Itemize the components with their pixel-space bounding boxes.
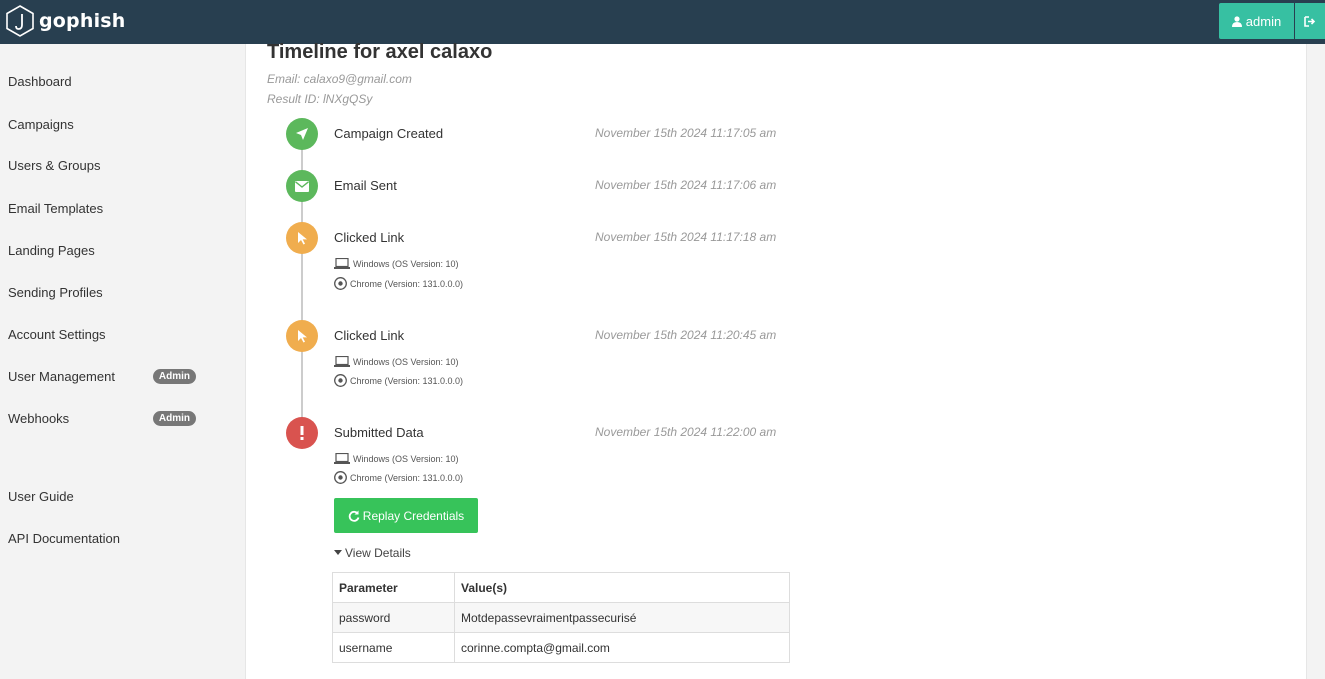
browser-detail: Chrome (Version: 131.0.0.0): [334, 277, 463, 290]
sidebar-item-api-documentation[interactable]: API Documentation: [8, 528, 206, 548]
logout-button[interactable]: [1295, 3, 1325, 39]
sidebar-item-label: Webhooks: [8, 410, 70, 426]
sidebar-item-landing-pages[interactable]: Landing Pages: [8, 240, 206, 260]
pointer-icon: [297, 232, 307, 245]
timeline-event-time: November 15th 2024 11:22:00 am: [595, 425, 777, 439]
gophish-logo-icon: [6, 5, 34, 37]
timeline-event-time: November 15th 2024 11:20:45 am: [595, 328, 777, 342]
os-detail: Windows (OS Version: 10): [334, 258, 459, 269]
os-label: Windows (OS Version: 10): [353, 258, 459, 269]
os-label: Windows (OS Version: 10): [353, 453, 459, 464]
browser-detail: Chrome (Version: 131.0.0.0): [334, 374, 463, 387]
sidebar-item-email-templates[interactable]: Email Templates: [8, 198, 206, 218]
value-cell: Motdepassevraimentpassecurisé: [454, 602, 790, 633]
timeline-event-title: Submitted Data: [334, 425, 424, 440]
browser-detail: Chrome (Version: 131.0.0.0): [334, 471, 463, 484]
sidebar-item-label: API Documentation: [8, 530, 121, 546]
exclamation-icon: [300, 426, 304, 440]
column-header-values: Value(s): [454, 572, 790, 603]
browser-label: Chrome (Version: 131.0.0.0): [350, 278, 464, 289]
browser-label: Chrome (Version: 131.0.0.0): [350, 472, 464, 483]
submitted-data-table: Parameter Value(s) password Motdepassevr…: [332, 572, 790, 663]
replay-credentials-label: Replay Credentials: [362, 508, 465, 523]
timeline-event-time: November 15th 2024 11:17:05 am: [595, 126, 777, 140]
sidebar-item-label: User Management: [8, 368, 115, 384]
sidebar-item-account-settings[interactable]: Account Settings: [8, 324, 206, 344]
timeline-event-icon: [286, 417, 318, 449]
result-email: Email: calaxo9@gmail.com: [267, 72, 412, 86]
brand[interactable]: gophish: [4, 3, 126, 39]
timeline-event-icon: [286, 222, 318, 254]
sidebar-item-label: User Guide: [8, 488, 74, 504]
brand-name: gophish: [39, 10, 126, 32]
laptop-icon: [334, 453, 350, 464]
table-row: password Motdepassevraimentpassecurisé: [332, 602, 790, 633]
pointer-icon: [297, 330, 307, 343]
rocket-icon: [296, 128, 308, 140]
sidebar: Dashboard Campaigns Users & Groups Email…: [0, 44, 214, 679]
sidebar-item-label: Landing Pages: [8, 242, 95, 258]
sidebar-item-label: Sending Profiles: [8, 284, 103, 300]
laptop-icon: [334, 258, 350, 269]
table-row: username corinne.compta@gmail.com: [332, 632, 790, 663]
laptop-icon: [334, 356, 350, 367]
timeline-event-title: Campaign Created: [334, 126, 444, 141]
timeline-event-icon: [286, 170, 318, 202]
refresh-icon: [348, 510, 360, 522]
timeline-event-time: November 15th 2024 11:17:18 am: [595, 230, 777, 244]
view-details-toggle[interactable]: View Details: [334, 546, 411, 560]
chrome-icon: [334, 374, 347, 387]
admin-badge: Admin: [152, 368, 196, 384]
sidebar-item-dashboard[interactable]: Dashboard: [8, 71, 206, 91]
browser-label: Chrome (Version: 131.0.0.0): [350, 375, 464, 386]
result-timeline-panel: Timeline for axel calaxo Email: calaxo9@…: [245, 41, 1307, 679]
sidebar-item-webhooks[interactable]: Webhooks Admin: [8, 408, 206, 428]
os-detail: Windows (OS Version: 10): [334, 453, 459, 464]
sidebar-item-user-management[interactable]: User Management Admin: [8, 366, 206, 386]
sidebar-item-users-groups[interactable]: Users & Groups: [8, 155, 206, 175]
caret-down-icon: [334, 550, 342, 555]
sidebar-item-label: Account Settings: [8, 326, 106, 342]
os-label: Windows (OS Version: 10): [353, 356, 459, 367]
table-header-row: Parameter Value(s): [332, 572, 790, 603]
replay-credentials-button[interactable]: Replay Credentials: [334, 498, 478, 533]
user-menu-label: admin: [1245, 13, 1282, 29]
sidebar-item-sending-profiles[interactable]: Sending Profiles: [8, 282, 206, 302]
timeline-event-icon: [286, 320, 318, 352]
sidebar-item-label: Email Templates: [8, 200, 104, 216]
sign-out-icon: [1304, 15, 1316, 27]
parameter-cell: password: [332, 602, 455, 633]
page-title: Timeline for axel calaxo: [267, 41, 493, 63]
sidebar-item-user-guide[interactable]: User Guide: [8, 486, 206, 506]
parameter-cell: username: [332, 632, 455, 663]
column-header-parameter: Parameter: [332, 572, 455, 603]
chrome-icon: [334, 471, 347, 484]
timeline-event-icon: [286, 118, 318, 150]
sidebar-item-label: Dashboard: [8, 73, 72, 89]
envelope-icon: [295, 180, 309, 192]
sidebar-item-campaigns[interactable]: Campaigns: [8, 114, 206, 134]
timeline-event-title: Clicked Link: [334, 328, 405, 343]
top-navbar: gophish admin: [0, 0, 1325, 44]
sidebar-item-label: Campaigns: [8, 116, 74, 132]
user-icon: [1231, 15, 1242, 27]
timeline-event-time: November 15th 2024 11:17:06 am: [595, 178, 777, 192]
sidebar-item-label: Users & Groups: [8, 157, 101, 173]
chrome-icon: [334, 277, 347, 290]
admin-badge: Admin: [152, 410, 196, 426]
user-menu-button[interactable]: admin: [1219, 3, 1294, 39]
timeline-event-title: Email Sent: [334, 178, 397, 193]
os-detail: Windows (OS Version: 10): [334, 356, 459, 367]
timeline-event-title: Clicked Link: [334, 230, 405, 245]
result-id: Result ID: lNXgQSy: [267, 92, 373, 106]
view-details-label: View Details: [345, 546, 411, 560]
value-cell: corinne.compta@gmail.com: [454, 632, 790, 663]
